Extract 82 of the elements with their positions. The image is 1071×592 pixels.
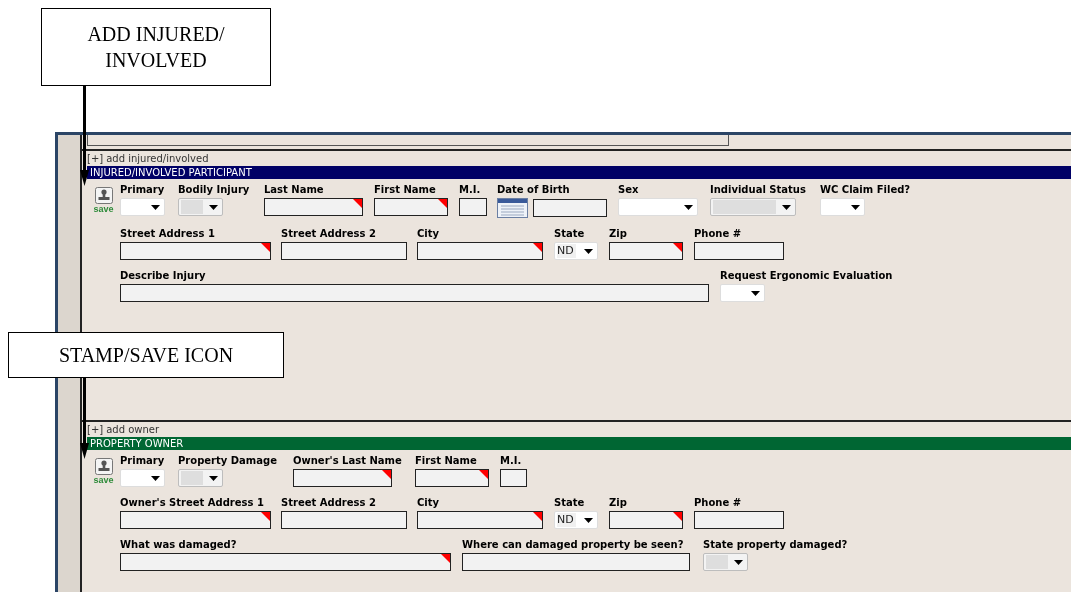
field-label: Street Address 2 [281,228,377,240]
dropdown[interactable] [120,469,165,487]
input-field[interactable] [120,242,271,260]
field-label: City [417,497,441,509]
input-field[interactable] [120,553,451,571]
input-field[interactable] [609,242,683,260]
field-label: Last Name [264,184,325,196]
field-label: Phone # [694,228,743,240]
input-field[interactable] [417,511,543,529]
field-label: State property damaged? [703,539,849,551]
field-label: Owner's Street Address 1 [120,497,265,509]
field-label: Individual Status [710,184,807,196]
field-label: Property Damage [178,455,278,467]
input-field[interactable] [609,511,683,529]
save-button[interactable]: save [92,458,115,485]
caret-icon [751,290,760,296]
stamp-icon [94,458,113,475]
field-label: WC Claim Filed? [820,184,912,196]
input-field[interactable] [281,511,407,529]
input-field[interactable] [264,198,363,216]
input-field[interactable] [415,469,489,487]
calendar-icon[interactable] [497,198,528,218]
save-button[interactable]: save [92,187,115,214]
field-label: State [554,497,586,509]
caret-icon [584,517,593,523]
expand-toggle[interactable]: [+] [87,424,104,436]
field-label: Phone # [694,497,743,509]
dropdown[interactable]: ND [554,242,598,260]
dropdown[interactable] [820,198,865,216]
field-label: Street Address 1 [120,228,216,240]
input-field[interactable] [374,198,448,216]
input-field[interactable] [533,199,607,217]
caret-icon [734,559,743,565]
caret-icon [584,248,593,254]
field-label: First Name [415,455,478,467]
add-label: add injured/involved [106,153,209,165]
input-field[interactable] [694,242,784,260]
input-field[interactable] [462,553,690,571]
field-label: Street Address 2 [281,497,377,509]
field-label: City [417,228,441,240]
field-label: First Name [374,184,437,196]
dropdown[interactable] [720,284,765,302]
field-label: Request Ergonomic Evaluation [720,270,894,282]
field-label: Primary [120,184,166,196]
caret-icon [782,204,791,210]
field-label: Primary [120,455,166,467]
input-field[interactable] [120,284,709,302]
input-field[interactable] [417,242,543,260]
dropdown[interactable]: ND [554,511,598,529]
field-label: Where can damaged property be seen? [462,539,685,551]
caret-icon [209,475,218,481]
callout-label: ADD INJURED/ INVOLVED [41,8,271,86]
field-label: Sex [618,184,640,196]
expand-toggle[interactable]: [+] [87,153,104,165]
field-label: Describe Injury [120,270,207,282]
field-label: Owner's Last Name [293,455,403,467]
field-label: M.I. [500,455,523,467]
stamp-icon [94,187,113,204]
callout-label: STAMP/SAVE ICON [8,332,284,378]
input-field[interactable] [293,469,392,487]
dropdown[interactable] [120,198,165,216]
field-label: M.I. [459,184,482,196]
add-label: add owner [106,424,160,436]
caret-icon [851,204,860,210]
field-label: What was damaged? [120,539,238,551]
caret-icon [684,204,693,210]
field-label: Zip [609,228,628,240]
input-field[interactable] [120,511,271,529]
input-field[interactable] [281,242,407,260]
caret-icon [209,204,218,210]
field-label: Bodily Injury [178,184,251,196]
input-field[interactable] [459,198,487,216]
input-field[interactable] [500,469,527,487]
field-label: Zip [609,497,628,509]
caret-icon [151,475,160,481]
text-area[interactable] [87,135,729,146]
field-label: Date of Birth [497,184,571,196]
caret-icon [151,204,160,210]
input-field[interactable] [694,511,784,529]
field-label: State [554,228,586,240]
section-header: INJURED/INVOLVED PARTICIPANT [87,166,1071,179]
section-header: PROPERTY OWNER [87,437,1071,450]
